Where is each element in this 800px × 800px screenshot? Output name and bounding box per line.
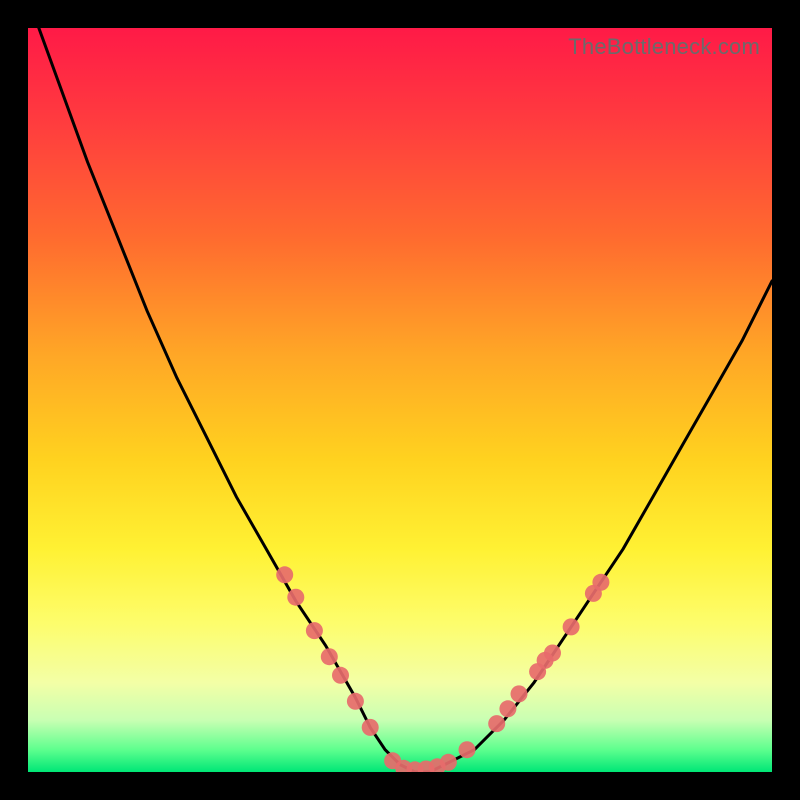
data-marker	[362, 719, 379, 736]
curve-line	[28, 28, 772, 772]
data-marker	[499, 700, 516, 717]
data-marker	[276, 566, 293, 583]
data-marker	[287, 589, 304, 606]
chart-frame: TheBottleneck.com	[0, 0, 800, 800]
data-marker	[511, 685, 528, 702]
data-marker	[544, 645, 561, 662]
data-marker	[321, 648, 338, 665]
data-marker	[459, 741, 476, 758]
data-marker	[440, 754, 457, 771]
data-marker	[306, 622, 323, 639]
data-marker	[488, 715, 505, 732]
data-marker	[332, 667, 349, 684]
bottleneck-chart	[28, 28, 772, 772]
data-marker	[592, 574, 609, 591]
data-marker	[347, 693, 364, 710]
data-marker	[563, 618, 580, 635]
plot-area: TheBottleneck.com	[28, 28, 772, 772]
